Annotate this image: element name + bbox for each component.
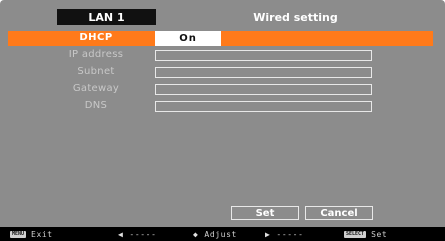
lan-tab[interactable]: LAN 1 <box>57 9 156 25</box>
right-label: ----- <box>276 229 304 239</box>
osd-screen: LAN 1 Wired setting DHCP On IP address S… <box>0 0 445 241</box>
right-hint: ▶ ----- <box>265 227 304 241</box>
gateway-label: Gateway <box>72 83 120 94</box>
right-arrow-icon: ▶ <box>265 229 271 239</box>
status-bar: MENU Exit ◀ ----- ◆ Adjust ▶ ----- SELEC… <box>0 227 445 241</box>
adjust-hint: ◆ Adjust <box>193 227 237 241</box>
cancel-button[interactable]: Cancel <box>305 206 373 220</box>
set-hint: SELECT Set <box>344 227 387 241</box>
dhcp-label: DHCP <box>79 32 113 43</box>
set-button[interactable]: Set <box>231 206 299 220</box>
left-label: ----- <box>129 229 157 239</box>
adjust-label: Adjust <box>204 229 237 239</box>
select-key-icon: SELECT <box>344 230 367 238</box>
left-arrow-icon: ◀ <box>118 229 124 239</box>
set-label: Set <box>371 229 388 239</box>
ip-address-label: IP address <box>68 49 124 60</box>
exit-label: Exit <box>31 229 53 239</box>
subnet-label: Subnet <box>77 66 115 77</box>
gateway-field[interactable] <box>155 84 372 95</box>
menu-key-icon: MENU <box>10 230 27 238</box>
updown-arrow-icon: ◆ <box>193 229 199 239</box>
subnet-field[interactable] <box>155 67 372 78</box>
exit-hint: MENU Exit <box>10 227 53 241</box>
ip-address-field[interactable] <box>155 50 372 61</box>
dhcp-value[interactable]: On <box>155 31 221 46</box>
dns-label: DNS <box>84 100 108 111</box>
page-title: Wired setting <box>156 9 435 25</box>
left-hint: ◀ ----- <box>118 227 157 241</box>
dns-field[interactable] <box>155 101 372 112</box>
